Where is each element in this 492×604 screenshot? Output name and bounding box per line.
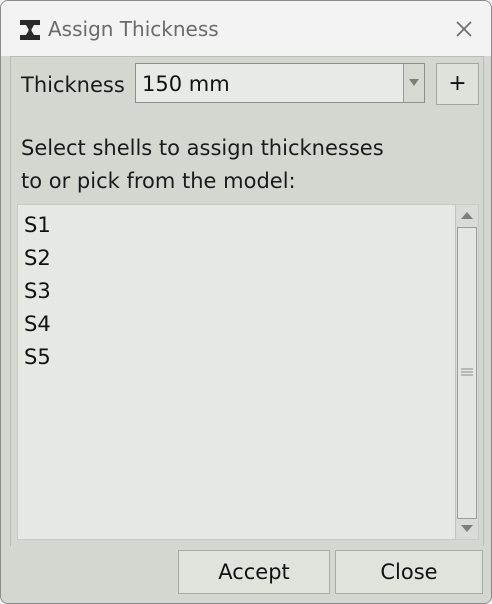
- dialog-footer: Accept Close: [1, 546, 491, 603]
- scrollbar-thumb[interactable]: [457, 227, 477, 519]
- list-item[interactable]: S3: [18, 275, 456, 308]
- scroll-up-arrow-icon[interactable]: [457, 206, 477, 226]
- list-item[interactable]: S4: [18, 308, 456, 341]
- accept-button[interactable]: Accept: [178, 550, 330, 594]
- list-item[interactable]: S1: [18, 209, 456, 242]
- thickness-label: Thickness: [21, 73, 125, 97]
- list-item[interactable]: S2: [18, 242, 456, 275]
- scroll-down-arrow-icon[interactable]: [457, 518, 477, 538]
- assign-thickness-dialog: Assign Thickness Thickness 150 mm + Sele…: [0, 0, 492, 604]
- instruction-text: Select shells to assign thicknesses to o…: [21, 132, 461, 198]
- beam-section-icon: [20, 20, 40, 40]
- grip-icon: [461, 368, 473, 376]
- shell-list-items: S1 S2 S3 S4 S5: [18, 209, 456, 374]
- add-thickness-button[interactable]: +: [436, 63, 479, 105]
- dropdown-arrow[interactable]: [403, 64, 424, 102]
- window-title: Assign Thickness: [48, 17, 219, 41]
- close-icon[interactable]: [453, 18, 475, 40]
- list-item[interactable]: S5: [18, 341, 456, 374]
- vertical-scrollbar[interactable]: [455, 205, 478, 539]
- close-button[interactable]: Close: [335, 550, 483, 594]
- instruction-line-1: Select shells to assign thicknesses: [21, 136, 384, 160]
- thickness-dropdown[interactable]: 150 mm: [135, 63, 425, 103]
- shell-list[interactable]: S1 S2 S3 S4 S5: [17, 204, 479, 540]
- dialog-body: Thickness 150 mm + Select shells to assi…: [10, 56, 484, 548]
- chevron-down-icon: [409, 79, 419, 86]
- instruction-line-2: to or pick from the model:: [21, 169, 296, 193]
- title-bar[interactable]: Assign Thickness: [1, 1, 491, 56]
- thickness-selected-value: 150 mm: [142, 72, 230, 96]
